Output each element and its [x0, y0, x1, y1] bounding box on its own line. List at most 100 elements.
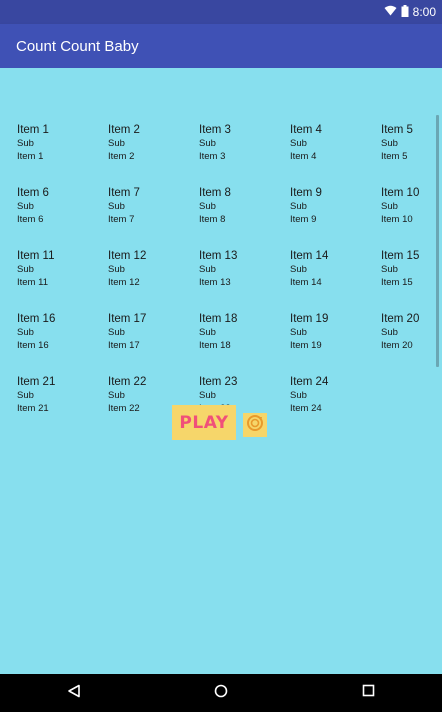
- grid-item-title: Item 9: [290, 187, 322, 199]
- grid-item-title: Item 17: [108, 313, 147, 325]
- item-grid: Item 1 Sub Item 1 Item 2 Sub Item 2 Item 3 Sub I…: [17, 124, 437, 439]
- grid-item-detail: Item 5: [381, 151, 408, 162]
- grid-item-sub: Sub: [17, 390, 34, 401]
- grid-item-detail: Item 8: [199, 214, 226, 225]
- grid-item-sub: Sub: [199, 201, 216, 212]
- grid-item-detail: Item 11: [17, 277, 48, 288]
- grid-item-title: Item 3: [199, 124, 231, 136]
- grid-item-sub: Sub: [108, 327, 125, 338]
- grid-item-sub: Sub: [290, 138, 307, 149]
- battery-icon: [401, 4, 409, 20]
- grid-item[interactable]: Item 15 Sub Item 15: [381, 250, 442, 313]
- play-label: PLAY: [179, 412, 229, 433]
- grid-item-detail: Item 12: [108, 277, 140, 288]
- replay-icon: [246, 414, 264, 437]
- grid-item-sub: Sub: [381, 264, 398, 275]
- grid-item-title: Item 12: [108, 250, 147, 262]
- grid-item-detail: Item 6: [17, 214, 44, 225]
- recents-button[interactable]: [348, 678, 388, 708]
- grid-item[interactable]: Item 13 Sub Item 13: [199, 250, 290, 313]
- grid-item-title: Item 2: [108, 124, 140, 136]
- grid-item-detail: Item 14: [290, 277, 322, 288]
- navigation-bar: [0, 674, 442, 712]
- grid-item-sub: Sub: [17, 264, 34, 275]
- grid-item-sub: Sub: [17, 327, 34, 338]
- grid-item-sub: Sub: [17, 138, 34, 149]
- grid-item-detail: Item 21: [17, 403, 49, 414]
- wifi-icon: [384, 5, 397, 19]
- grid-item[interactable]: Item 8 Sub Item 8: [199, 187, 290, 250]
- grid-item-detail: Item 1: [17, 151, 44, 162]
- main-content: Item 1 Sub Item 1 Item 2 Sub Item 2 Item 3 Sub I…: [0, 68, 442, 674]
- grid-item[interactable]: Item 6 Sub Item 6: [17, 187, 108, 250]
- grid-item-detail: Item 20: [381, 340, 413, 351]
- grid-item-title: Item 8: [199, 187, 231, 199]
- grid-item-title: Item 23: [199, 376, 238, 388]
- grid-item[interactable]: Item 3 Sub Item 3: [199, 124, 290, 187]
- grid-item[interactable]: Item 9 Sub Item 9: [290, 187, 381, 250]
- home-icon: [214, 684, 228, 703]
- grid-item-detail: Item 16: [17, 340, 49, 351]
- recents-icon: [362, 684, 375, 702]
- grid-item-title: Item 24: [290, 376, 329, 388]
- grid-item-detail: Item 19: [290, 340, 322, 351]
- grid-item[interactable]: Item 14 Sub Item 14: [290, 250, 381, 313]
- grid-item-detail: Item 3: [199, 151, 226, 162]
- grid-item[interactable]: Item 7 Sub Item 7: [108, 187, 199, 250]
- grid-item-sub: Sub: [108, 201, 125, 212]
- back-icon: [67, 684, 81, 703]
- grid-item-sub: Sub: [381, 138, 398, 149]
- grid-item-sub: Sub: [108, 390, 125, 401]
- grid-item-sub: Sub: [108, 264, 125, 275]
- grid-item-detail: Item 15: [381, 277, 413, 288]
- grid-item[interactable]: Item 21 Sub Item 21: [17, 376, 108, 439]
- grid-item-title: Item 11: [17, 250, 55, 262]
- grid-item[interactable]: Item 11 Sub Item 11: [17, 250, 108, 313]
- grid-item[interactable]: Item 12 Sub Item 12: [108, 250, 199, 313]
- grid-item-detail: Item 9: [290, 214, 317, 225]
- grid-item-title: Item 14: [290, 250, 329, 262]
- grid-item-title: Item 18: [199, 313, 238, 325]
- grid-item[interactable]: Item 17 Sub Item 17: [108, 313, 199, 376]
- grid-item[interactable]: Item 2 Sub Item 2: [108, 124, 199, 187]
- grid-item-sub: Sub: [290, 327, 307, 338]
- grid-item-title: Item 21: [17, 376, 56, 388]
- grid-item-sub: Sub: [17, 201, 34, 212]
- grid-item-sub: Sub: [199, 327, 216, 338]
- replay-button[interactable]: [243, 413, 267, 437]
- grid-item[interactable]: Item 10 Sub Item 10: [381, 187, 442, 250]
- app-bar: Count Count Baby: [0, 24, 442, 68]
- grid-item[interactable]: Item 19 Sub Item 19: [290, 313, 381, 376]
- play-button[interactable]: PLAY: [172, 405, 236, 440]
- home-button[interactable]: [201, 678, 241, 708]
- grid-item[interactable]: Item 5 Sub Item 5: [381, 124, 442, 187]
- grid-item-sub: Sub: [381, 327, 398, 338]
- grid-item-title: Item 4: [290, 124, 322, 136]
- grid-item-title: Item 5: [381, 124, 413, 136]
- grid-item-title: Item 15: [381, 250, 420, 262]
- grid-item-title: Item 1: [17, 124, 49, 136]
- back-button[interactable]: [54, 678, 94, 708]
- grid-item-title: Item 22: [108, 376, 147, 388]
- grid-item-sub: Sub: [199, 264, 216, 275]
- grid-item-title: Item 7: [108, 187, 140, 199]
- grid-item-detail: Item 2: [108, 151, 135, 162]
- grid-item-detail: Item 13: [199, 277, 231, 288]
- grid-item-title: Item 16: [17, 313, 56, 325]
- grid-item-title: Item 10: [381, 187, 420, 199]
- grid-item-detail: Item 10: [381, 214, 413, 225]
- grid-item[interactable]: Item 18 Sub Item 18: [199, 313, 290, 376]
- grid-item-sub: Sub: [290, 201, 307, 212]
- scrollbar[interactable]: [436, 115, 439, 367]
- grid-item[interactable]: Item 24 Sub Item 24: [290, 376, 381, 439]
- grid-item-detail: Item 4: [290, 151, 317, 162]
- grid-item-sub: Sub: [290, 390, 307, 401]
- grid-item[interactable]: Item 4 Sub Item 4: [290, 124, 381, 187]
- grid-item-title: Item 19: [290, 313, 329, 325]
- grid-item-detail: Item 7: [108, 214, 135, 225]
- grid-item[interactable]: Item 1 Sub Item 1: [17, 124, 108, 187]
- grid-item[interactable]: Item 16 Sub Item 16: [17, 313, 108, 376]
- grid-item-sub: Sub: [108, 138, 125, 149]
- grid-item-detail: Item 18: [199, 340, 231, 351]
- grid-item[interactable]: Item 20 Sub Item 20: [381, 313, 442, 376]
